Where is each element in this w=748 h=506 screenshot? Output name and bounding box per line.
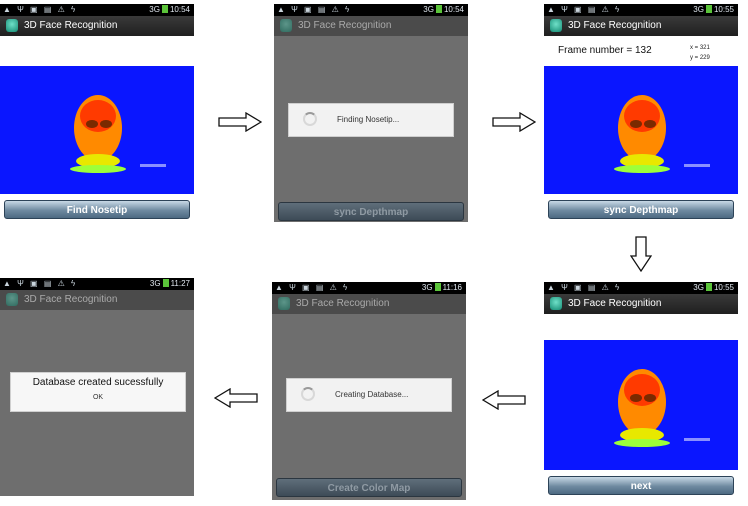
status-icons: ▲ Ψ ▣ ▤ ⚠ ϟ bbox=[3, 279, 78, 288]
right-arrow-icon bbox=[492, 112, 536, 132]
face-depth-render bbox=[614, 369, 710, 447]
alert-message: Database created sucessfully bbox=[32, 377, 164, 388]
title-bar: 3D Face Recognition bbox=[0, 16, 194, 36]
progress-message: Finding Nosetip... bbox=[337, 115, 400, 124]
app-icon bbox=[550, 19, 562, 32]
signal-label: 3G bbox=[421, 283, 433, 292]
title-bar: 3D Face Recognition bbox=[274, 16, 468, 36]
depth-map-image bbox=[544, 340, 738, 470]
spinner-icon bbox=[303, 112, 317, 126]
screen-creating-database: ▲ Ψ ▣ ▤ ⚠ ϟ 3G 11:16 3D Face Recognition … bbox=[272, 282, 466, 500]
next-button[interactable]: next bbox=[548, 476, 734, 495]
face-depth-render bbox=[614, 95, 710, 173]
app-icon bbox=[280, 19, 292, 32]
status-bar: ▲ Ψ ▣ ▤ ⚠ ϟ 3G 10:54 bbox=[274, 4, 468, 16]
title-bar: 3D Face Recognition bbox=[544, 16, 738, 36]
battery-icon bbox=[705, 283, 712, 291]
sync-depthmap-button[interactable]: sync Depthmap bbox=[278, 202, 464, 221]
left-arrow-icon bbox=[482, 390, 526, 410]
status-icons: ▲ Ψ ▣ ▤ ⚠ ϟ bbox=[3, 5, 78, 14]
progress-message: Creating Database... bbox=[335, 390, 409, 399]
clock: 10:54 bbox=[443, 5, 464, 14]
signal-label: 3G bbox=[693, 283, 704, 292]
clock: 10:55 bbox=[713, 283, 734, 292]
screen-database-created: ▲ Ψ ▣ ▤ ⚠ ϟ 3G 11:27 3D Face Recognition … bbox=[0, 278, 194, 496]
clock: 10:55 bbox=[713, 5, 734, 14]
status-bar: ▲ Ψ ▣ ▤ ⚠ ϟ 3G 11:27 bbox=[0, 278, 194, 290]
ok-button[interactable]: OK bbox=[11, 394, 185, 401]
battery-icon bbox=[434, 283, 441, 291]
status-icons: ▲ Ψ ▣ ▤ ⚠ ϟ bbox=[277, 5, 352, 14]
clock: 11:16 bbox=[442, 283, 462, 292]
depth-map-image bbox=[544, 66, 738, 194]
coordinates-readout: x = 321 y = 229 bbox=[690, 43, 710, 63]
screen-find-nosetip: ▲ Ψ ▣ ▤ ⚠ ϟ 3G 10:54 3D Face Recognition … bbox=[0, 4, 194, 222]
status-icons: ▲ Ψ ▣ ▤ ⚠ ϟ bbox=[547, 5, 622, 14]
create-color-map-button[interactable]: Create Color Map bbox=[276, 478, 462, 497]
clock: 10:54 bbox=[169, 5, 190, 14]
screen-content: Creating Database... Create Color Map bbox=[272, 314, 466, 500]
app-title: 3D Face Recognition bbox=[568, 20, 662, 31]
app-title: 3D Face Recognition bbox=[298, 20, 392, 31]
signal-label: 3G bbox=[149, 279, 161, 288]
signal-label: 3G bbox=[693, 5, 704, 14]
app-icon bbox=[6, 19, 18, 32]
coord-y: y = 229 bbox=[690, 55, 710, 61]
right-arrow-icon bbox=[218, 112, 262, 132]
battery-icon bbox=[161, 5, 168, 13]
battery-icon bbox=[435, 5, 442, 13]
status-bar: ▲ Ψ ▣ ▤ ⚠ ϟ 3G 10:55 bbox=[544, 4, 738, 16]
down-arrow-icon bbox=[630, 236, 652, 272]
progress-dialog: Finding Nosetip... bbox=[288, 103, 454, 137]
status-icons: ▲ Ψ ▣ ▤ ⚠ ϟ bbox=[275, 283, 350, 292]
screen-content: Frame number = 132 x = 321 y = 229 sync … bbox=[544, 36, 738, 222]
screen-content: Database created sucessfully OK bbox=[0, 310, 194, 496]
battery-icon bbox=[705, 5, 712, 13]
progress-dialog: Creating Database... bbox=[286, 378, 452, 412]
clock: 11:27 bbox=[170, 279, 190, 288]
face-depth-render bbox=[70, 95, 166, 173]
app-title: 3D Face Recognition bbox=[24, 20, 118, 31]
title-bar: 3D Face Recognition bbox=[544, 294, 738, 314]
app-icon bbox=[6, 293, 18, 306]
coord-x: x = 321 bbox=[690, 45, 710, 51]
status-bar: ▲ Ψ ▣ ▤ ⚠ ϟ 3G 10:54 bbox=[0, 4, 194, 16]
status-icons: ▲ Ψ ▣ ▤ ⚠ ϟ bbox=[547, 283, 622, 292]
screen-content: Finding Nosetip... sync Depthmap bbox=[274, 36, 468, 222]
find-nosetip-button[interactable]: Find Nosetip bbox=[4, 200, 190, 219]
screen-sync-depthmap: ▲ Ψ ▣ ▤ ⚠ ϟ 3G 10:55 3D Face Recognition … bbox=[544, 4, 738, 222]
frame-number-label: Frame number = 132 bbox=[558, 45, 652, 56]
status-bar: ▲ Ψ ▣ ▤ ⚠ ϟ 3G 11:16 bbox=[272, 282, 466, 294]
screen-next: ▲ Ψ ▣ ▤ ⚠ ϟ 3G 10:55 3D Face Recognition … bbox=[544, 282, 738, 500]
signal-label: 3G bbox=[423, 5, 434, 14]
signal-label: 3G bbox=[149, 5, 160, 14]
spinner-icon bbox=[301, 387, 315, 401]
left-arrow-icon bbox=[214, 388, 258, 408]
battery-icon bbox=[162, 279, 169, 287]
title-bar: 3D Face Recognition bbox=[0, 290, 194, 310]
app-title: 3D Face Recognition bbox=[24, 294, 118, 305]
app-icon bbox=[550, 297, 562, 310]
status-bar: ▲ Ψ ▣ ▤ ⚠ ϟ 3G 10:55 bbox=[544, 282, 738, 294]
app-icon bbox=[278, 297, 290, 310]
screen-finding-nosetip: ▲ Ψ ▣ ▤ ⚠ ϟ 3G 10:54 3D Face Recognition … bbox=[274, 4, 468, 222]
screen-content: next bbox=[544, 314, 738, 500]
sync-depthmap-button[interactable]: sync Depthmap bbox=[548, 200, 734, 219]
app-title: 3D Face Recognition bbox=[296, 298, 390, 309]
screen-content: Find Nosetip bbox=[0, 36, 194, 222]
success-alert-dialog: Database created sucessfully OK bbox=[10, 372, 186, 412]
depth-map-image bbox=[0, 66, 194, 194]
title-bar: 3D Face Recognition bbox=[272, 294, 466, 314]
app-title: 3D Face Recognition bbox=[568, 298, 662, 309]
